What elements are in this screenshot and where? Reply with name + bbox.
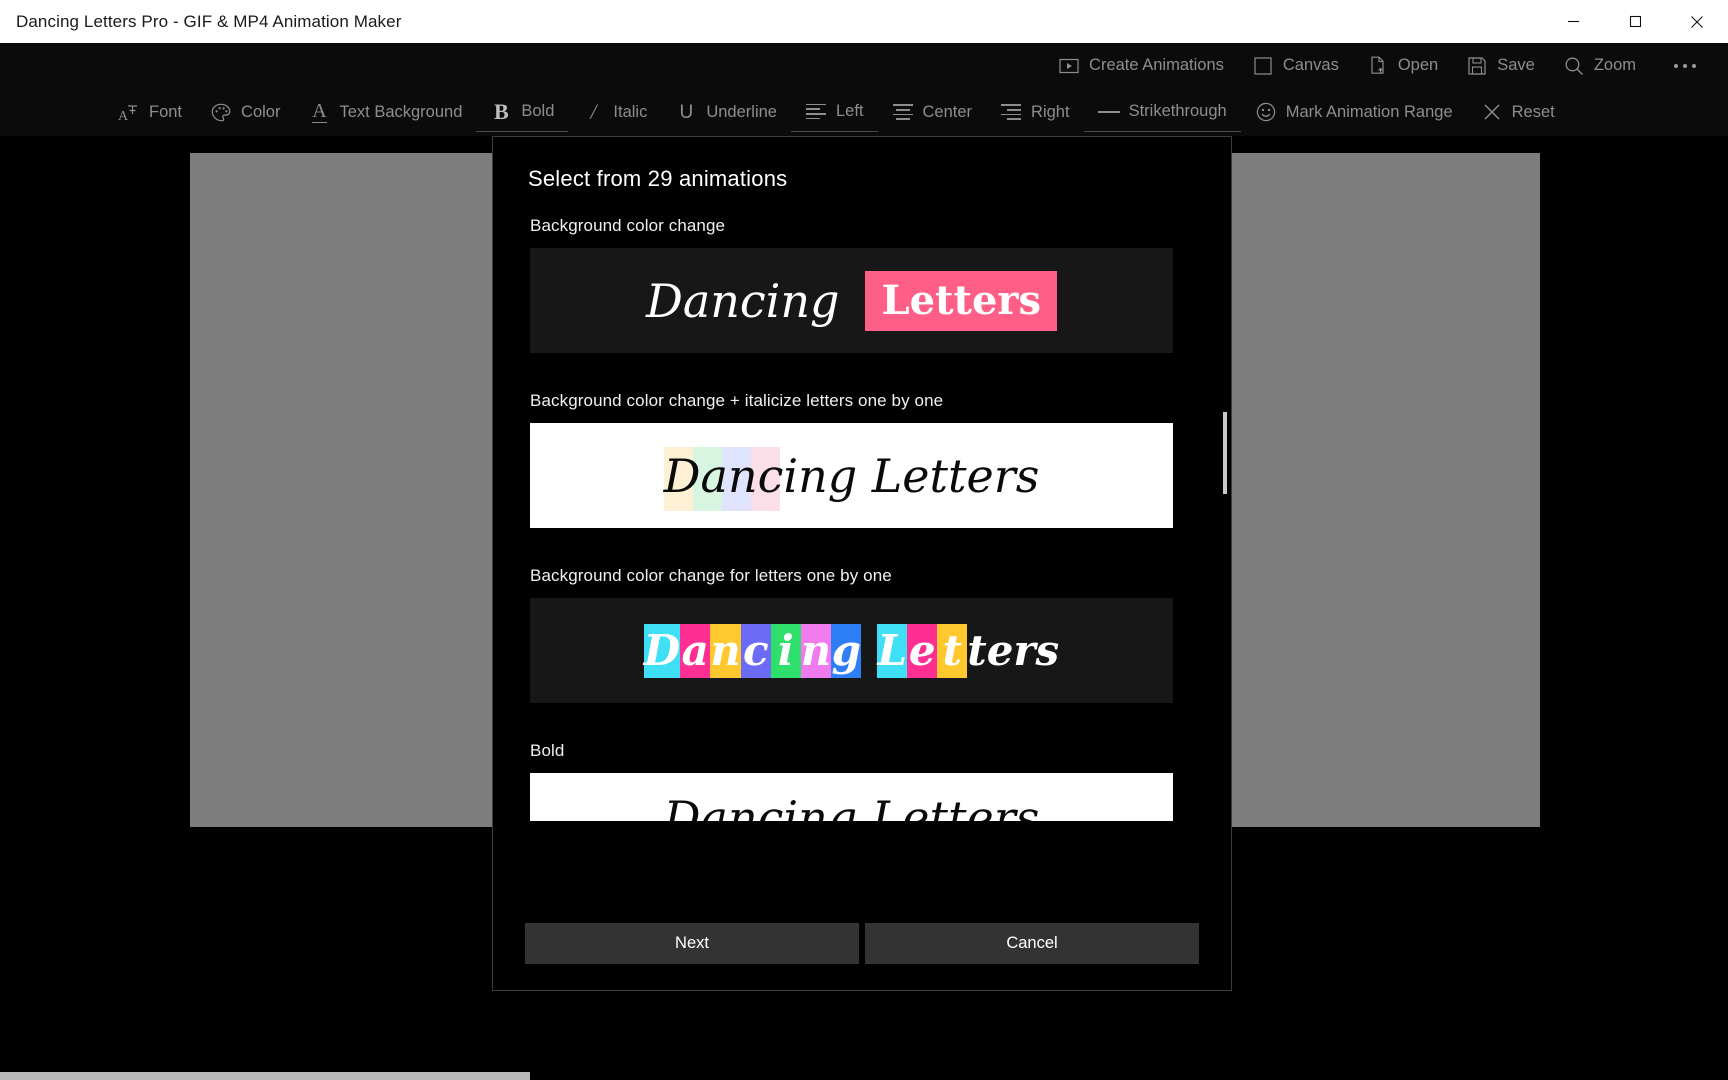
file-open-icon xyxy=(1367,55,1389,77)
align-right-icon xyxy=(1000,101,1022,123)
dialog-title: Select from 29 animations xyxy=(493,137,1231,192)
list-item[interactable]: Background color change + italicize lett… xyxy=(530,391,1191,528)
save-label: Save xyxy=(1497,56,1535,75)
create-animations-button[interactable]: Create Animations xyxy=(1044,46,1238,86)
preview-word-two: Letters xyxy=(865,271,1057,331)
mark-animation-range-label: Mark Animation Range xyxy=(1286,103,1453,122)
underline-icon: U xyxy=(675,101,697,123)
window-title: Dancing Letters Pro - GIF & MP4 Animatio… xyxy=(16,12,401,32)
smiley-icon xyxy=(1255,101,1277,123)
maximize-button[interactable] xyxy=(1604,0,1666,43)
animation-preview[interactable]: Dancing Letters xyxy=(530,598,1173,703)
preview-word-one: Dancing xyxy=(644,624,862,678)
ellipsis-icon[interactable] xyxy=(1650,64,1714,68)
app-window: Dancing Letters Pro - GIF & MP4 Animatio… xyxy=(0,0,1728,1080)
floppy-save-icon xyxy=(1466,55,1488,77)
select-animation-dialog: Select from 29 animations Background col… xyxy=(492,136,1232,991)
list-item[interactable]: Background color change Dancing Letters xyxy=(530,216,1191,353)
italic-icon: / xyxy=(582,101,604,123)
preview-word-two: Letters xyxy=(877,624,1059,678)
close-button[interactable] xyxy=(1666,0,1728,43)
italic-label: Italic xyxy=(613,103,647,122)
list-item[interactable]: Bold Dancing Letters xyxy=(530,741,1191,821)
cancel-button[interactable]: Cancel xyxy=(865,923,1199,964)
font-button[interactable]: A Font xyxy=(104,92,196,132)
bold-label: Bold xyxy=(521,102,554,121)
animation-preview[interactable]: Dancing Letters xyxy=(530,423,1173,528)
reset-button[interactable]: Reset xyxy=(1467,92,1569,132)
align-left-button[interactable]: Left xyxy=(791,92,878,132)
square-icon xyxy=(1252,55,1274,77)
strikethrough-icon xyxy=(1098,101,1120,123)
align-left-icon xyxy=(805,101,827,123)
strikethrough-button[interactable]: Strikethrough xyxy=(1084,92,1241,132)
dialog-scrollbar[interactable] xyxy=(1223,412,1227,909)
mark-animation-range-button[interactable]: Mark Animation Range xyxy=(1241,92,1467,132)
main-toolbar: Create Animations Canvas Open Save Zoom xyxy=(0,43,1728,88)
list-item[interactable]: Background color change for letters one … xyxy=(530,566,1191,703)
align-center-icon xyxy=(892,101,914,123)
font-label: Font xyxy=(149,103,182,122)
animation-label: Background color change xyxy=(530,216,1191,236)
window-controls xyxy=(1542,0,1728,43)
palette-icon xyxy=(210,101,232,123)
animation-preview[interactable]: Dancing Letters xyxy=(530,248,1173,353)
open-label: Open xyxy=(1398,56,1438,75)
open-button[interactable]: Open xyxy=(1353,46,1452,86)
svg-text:A: A xyxy=(118,109,129,122)
zoom-button[interactable]: Zoom xyxy=(1549,46,1650,86)
scrollbar-thumb[interactable] xyxy=(1223,412,1227,494)
underline-button[interactable]: U Underline xyxy=(661,92,791,132)
align-center-button[interactable]: Center xyxy=(878,92,987,132)
bottom-status-strip xyxy=(0,1072,530,1080)
save-button[interactable]: Save xyxy=(1452,46,1549,86)
animation-list: Background color change Dancing Letters … xyxy=(493,216,1231,909)
animation-preview[interactable]: Dancing Letters xyxy=(530,773,1173,821)
zoom-label: Zoom xyxy=(1594,56,1636,75)
italic-button[interactable]: / Italic xyxy=(568,92,661,132)
text-background-button[interactable]: A Text Background xyxy=(294,92,476,132)
strikethrough-label: Strikethrough xyxy=(1129,102,1227,121)
canvas-label: Canvas xyxy=(1283,56,1339,75)
align-left-label: Left xyxy=(836,102,864,121)
underline-label: Underline xyxy=(706,103,777,122)
align-right-button[interactable]: Right xyxy=(986,92,1084,132)
canvas-button[interactable]: Canvas xyxy=(1238,46,1353,86)
dialog-footer: Next Cancel xyxy=(493,909,1231,990)
text-background-icon: A xyxy=(308,101,330,123)
align-right-label: Right xyxy=(1031,103,1070,122)
color-button[interactable]: Color xyxy=(196,92,294,132)
video-play-icon xyxy=(1058,55,1080,77)
preview-word-one: Dancing xyxy=(646,278,839,324)
next-button[interactable]: Next xyxy=(525,923,859,964)
preview-text: Dancing Letters xyxy=(664,795,1040,821)
bold-icon: B xyxy=(490,101,512,123)
animation-label: Background color change + italicize lett… xyxy=(530,391,1191,411)
minimize-button[interactable] xyxy=(1542,0,1604,43)
text-background-label: Text Background xyxy=(339,103,462,122)
color-label: Color xyxy=(241,103,280,122)
reset-label: Reset xyxy=(1512,103,1555,122)
align-center-label: Center xyxy=(923,103,973,122)
animation-label: Background color change for letters one … xyxy=(530,566,1191,586)
font-icon: A xyxy=(118,101,140,123)
format-toolbar: A Font Color A Text Background B Bold / … xyxy=(0,88,1728,136)
create-animations-label: Create Animations xyxy=(1089,56,1224,75)
title-bar: Dancing Letters Pro - GIF & MP4 Animatio… xyxy=(0,0,1728,43)
preview-text: Dancing Letters xyxy=(664,449,1040,503)
bold-button[interactable]: B Bold xyxy=(476,92,568,132)
animation-label: Bold xyxy=(530,741,1191,761)
search-icon xyxy=(1563,55,1585,77)
list-bottom-fade xyxy=(493,899,1231,909)
close-x-icon xyxy=(1481,101,1503,123)
